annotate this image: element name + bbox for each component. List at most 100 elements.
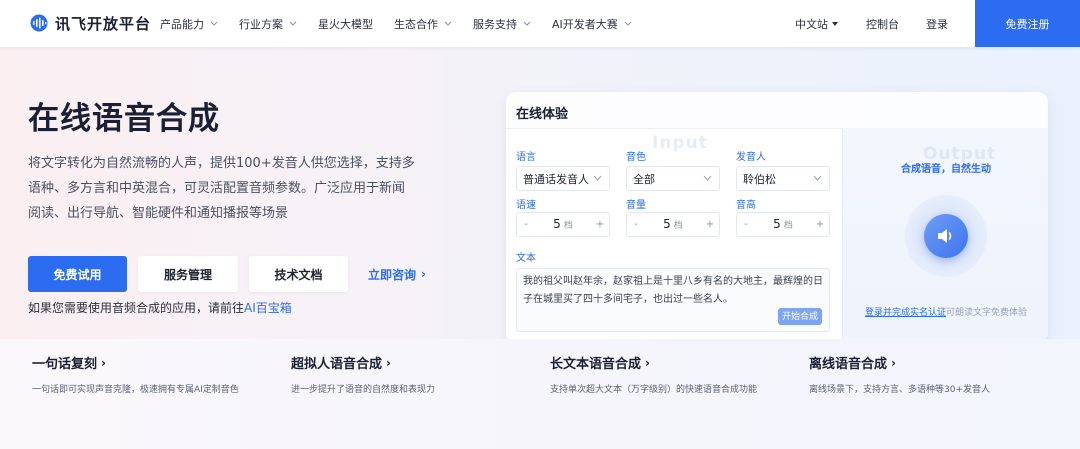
pitch-increase-button[interactable]: + [812,213,828,236]
hero-hint-text: 如果您需要使用音频合成的应用，请前往 [28,301,245,315]
timbre-select-value: 全部 [633,172,655,186]
logo-text: 讯飞开放平台 [55,14,152,33]
menu-item-label: 生态合作 [394,17,438,31]
demo-title: 在线体验 [516,107,569,122]
menu-item-ecosystem[interactable]: 生态合作 [394,0,452,47]
menu-item-label: 星火大模型 [318,17,373,31]
chevron-down-icon [624,21,632,26]
feature-title: 离线语音合成 › [809,353,990,373]
play-audio-button[interactable] [924,214,968,258]
register-button[interactable]: 免费注册 [975,0,1080,47]
caret-down-icon [832,21,838,26]
text-field-label: 文本 [516,253,536,264]
pitch-stepper[interactable]: 5档 - + [736,212,830,237]
language-field-label: 语言 [516,152,536,163]
text-input-value: 我的祖父叫赵年余，赵家祖上是十里八乡有名的大地主，最辉煌的日子在城里买了四十多间… [523,276,823,305]
speed-decrease-button[interactable]: - [518,213,534,236]
tech-docs-button[interactable]: 技术文档 [249,256,348,292]
speaker-icon [938,229,952,243]
volume-field-label: 音量 [626,200,646,211]
menu-item-solutions[interactable]: 行业方案 [239,0,297,47]
ai-toolbox-link[interactable]: AI百宝箱 [244,301,292,315]
chevron-down-icon [523,21,531,26]
features-strip: 一句话复刻 › 一句话即可实现声音克隆，极速拥有专属AI定制音色 超拟人语音合成… [0,339,1080,449]
feature-title: 一句话复刻 › [32,353,239,373]
arrow-right-icon: › [421,267,426,281]
feature-card-hyper-realistic[interactable]: 超拟人语音合成 › 进一步提升了语音的自然度和表现力 [291,353,436,396]
nav-right: 中文站 控制台 登录 免费注册 [795,0,1080,47]
output-note-text: 可朗读文字免费体验 [946,308,1028,318]
chevron-down-icon [210,21,218,26]
login-verify-link[interactable]: 登录并完成实名认证 [865,308,946,318]
menu-item-support[interactable]: 服务支持 [473,0,531,47]
feature-description: 支持单次超大文本（万字级别）的快速语音合成功能 [550,385,758,395]
speed-unit: 档 [563,221,573,231]
feature-title: 超拟人语音合成 › [291,353,435,373]
login-link[interactable]: 登录 [926,16,948,32]
menu-item-label: 产品能力 [160,17,204,31]
feature-card-offline[interactable]: 离线语音合成 › 离线场景下，支持方言、多语种等30+发音人 [809,353,990,396]
hero-hint: 如果您需要使用音频合成的应用，请前往AI百宝箱 [28,299,292,316]
chevron-down-icon [289,21,297,26]
speed-increase-button[interactable]: + [592,213,608,236]
feature-title: 长文本语音合成 › [550,353,757,373]
menu-item-label: 行业方案 [239,17,283,31]
input-watermark: Input [652,133,708,153]
arrow-right-icon: › [645,355,650,370]
feature-description: 进一步提升了语音的自然度和表现力 [291,385,436,395]
console-link[interactable]: 控制台 [866,16,899,32]
language-label: 中文站 [795,17,828,31]
page-title: 在线语音合成 [28,101,220,137]
logo[interactable]: 讯飞开放平台 [28,12,151,34]
speaker-select[interactable]: 聆伯松 [736,166,830,191]
free-trial-button[interactable]: 免费试用 [28,256,127,292]
speaker-ring [905,195,987,277]
timbre-select[interactable]: 全部 [626,166,720,191]
chevron-down-icon [703,175,712,181]
text-input[interactable]: 我的祖父叫赵年余，赵家祖上是十里八乡有名的大地主，最辉煌的日子在城里买了四十多间… [516,268,830,332]
menu-item-label: 服务支持 [473,17,517,31]
output-note: 登录并完成实名认证可朗读文字免费体验 [843,305,1048,318]
menu-item-label: AI开发者大赛 [552,17,618,31]
volume-decrease-button[interactable]: - [628,213,644,236]
feature-title-text: 超拟人语音合成 [291,357,383,372]
volume-stepper[interactable]: 5档 - + [626,212,720,237]
menu-item-contest[interactable]: AI开发者大赛 [552,0,632,47]
start-synthesis-button[interactable]: 开始合成 [778,308,822,325]
volume-increase-button[interactable]: + [702,213,718,236]
language-switch[interactable]: 中文站 [795,16,838,32]
consult-label: 立即咨询 [368,267,417,282]
demo-output-panel: Output 合成语音，自然生动 登录并完成实名认证可朗读文字免费体验 [842,128,1048,339]
feature-description: 一句话即可实现声音克隆，极速拥有专属AI定制音色 [32,385,239,395]
feature-title-text: 长文本语音合成 [550,357,642,372]
pitch-value: 5 [773,217,781,231]
language-select-value: 普通话发音人 [523,172,589,186]
arrow-right-icon: › [891,355,896,370]
volume-value: 5 [663,217,671,231]
hero-section: 在线语音合成 将文字转化为自然流畅的人声，提供100+发音人供您选择，支持多语种… [0,47,1080,339]
logo-wave-icon [30,14,48,32]
pitch-unit: 档 [783,221,793,231]
demo-input-panel: Input 语言 普通话发音人 音色 全部 发音人 聆伯松 语速 5档 - + [506,128,842,339]
feature-card-one-sentence-clone[interactable]: 一句话复刻 › 一句话即可实现声音克隆，极速拥有专属AI定制音色 [32,353,239,396]
feature-title-text: 一句话复刻 [32,357,98,372]
speed-stepper[interactable]: 5档 - + [516,212,610,237]
pitch-field-label: 音高 [736,200,756,211]
online-demo-card: 在线体验 Input 语言 普通话发音人 音色 全部 发音人 聆伯松 语速 5档… [506,92,1048,339]
arrow-right-icon: › [386,355,391,370]
feature-card-long-text[interactable]: 长文本语音合成 › 支持单次超大文本（万字级别）的快速语音合成功能 [550,353,758,396]
service-management-button[interactable]: 服务管理 [138,256,238,292]
chevron-down-icon [593,175,602,181]
speaker-select-value: 聆伯松 [743,172,776,186]
speed-value: 5 [553,217,561,231]
main-menu: 产品能力 行业方案 星火大模型 生态合作 服务支持 AI开发者大赛 [160,0,653,47]
menu-item-products[interactable]: 产品能力 [160,0,218,47]
top-nav: 讯飞开放平台 产品能力 行业方案 星火大模型 生态合作 服务支持 AI开发者大赛… [0,0,1080,47]
hero-description: 将文字转化为自然流畅的人声，提供100+发音人供您选择，支持多语种、多方言和中英… [28,156,415,221]
consult-link[interactable]: 立即咨询 › [368,256,426,292]
speaker-field-label: 发音人 [736,152,766,163]
pitch-decrease-button[interactable]: - [738,213,754,236]
menu-item-spark-model[interactable]: 星火大模型 [318,0,373,47]
language-select[interactable]: 普通话发音人 [516,166,610,191]
chevron-down-icon [444,21,452,26]
